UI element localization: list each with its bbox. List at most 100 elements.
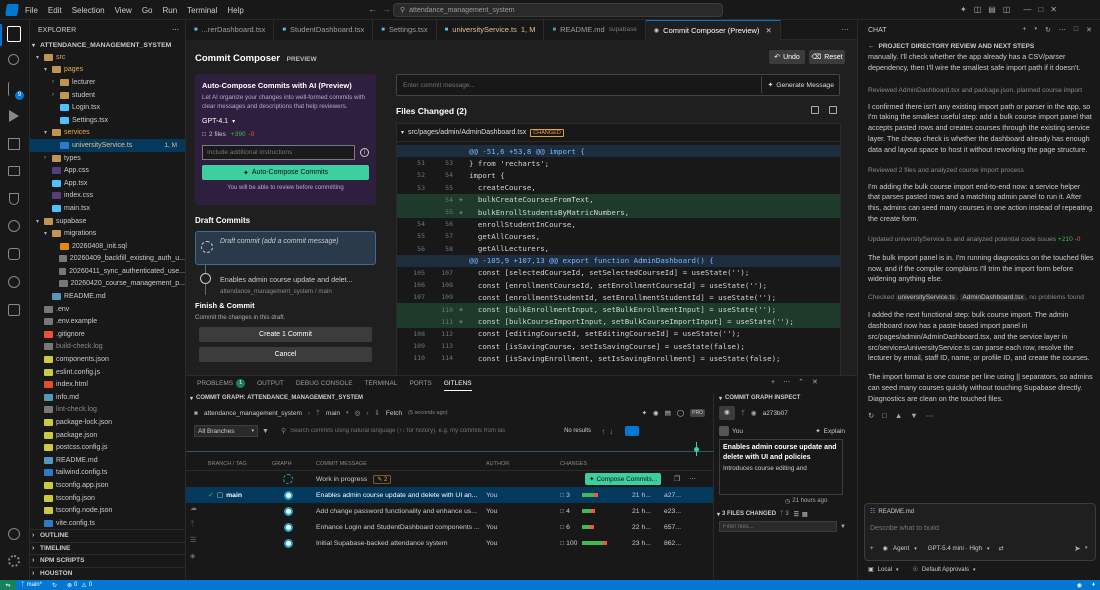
file-item[interactable]: index.css bbox=[30, 190, 185, 203]
close-icon[interactable]: ✕ bbox=[1086, 26, 1092, 34]
graph-column-header[interactable]: COMMIT MESSAGE bbox=[310, 461, 480, 467]
chat-tool-summary[interactable]: Updated universityService.ts and analyze… bbox=[868, 235, 1094, 245]
file-item[interactable]: App.css bbox=[30, 164, 185, 177]
editor-tab[interactable]: ■ universityService.ts 1, M bbox=[436, 20, 545, 40]
timeline-icon[interactable] bbox=[8, 276, 20, 288]
add-context-icon[interactable]: + bbox=[870, 545, 874, 552]
branch-icon[interactable]: ᛉ bbox=[190, 517, 197, 533]
file-item[interactable]: 20260420_course_management_p... bbox=[30, 278, 185, 291]
panel-tab-ports[interactable]: PORTS bbox=[409, 377, 431, 391]
file-item[interactable]: lint-check.log bbox=[30, 404, 185, 417]
layout-sidebar-icon[interactable]: ◫ bbox=[974, 5, 982, 14]
remote-explorer-icon[interactable] bbox=[8, 166, 20, 176]
thumbs-up-icon[interactable]: ▲ bbox=[895, 411, 902, 420]
file-item[interactable]: package-lock.json bbox=[30, 416, 185, 429]
more-actions-icon[interactable]: ⋯ bbox=[783, 378, 790, 386]
tools-icon[interactable]: ⇄ bbox=[999, 545, 1004, 552]
maximize-panel-icon[interactable]: ⌃ bbox=[798, 378, 804, 386]
chevron-down-icon[interactable]: ▾ bbox=[1035, 26, 1038, 34]
copilot-icon[interactable]: ◉ bbox=[1077, 580, 1082, 590]
search-icon[interactable] bbox=[8, 54, 19, 65]
commit-row[interactable]: Add change password functionality and en… bbox=[186, 503, 713, 519]
stash-icon[interactable]: ☰ bbox=[190, 533, 197, 549]
thumbs-down-icon[interactable]: ▼ bbox=[910, 411, 917, 420]
menu-help[interactable]: Help bbox=[227, 6, 243, 15]
file-item[interactable]: README.md bbox=[30, 454, 185, 467]
chat-tool-summary[interactable]: Reviewed 2 files and analyzed course imp… bbox=[868, 166, 1094, 176]
account-icon[interactable] bbox=[8, 528, 20, 540]
diff-file-header[interactable]: ▾ src/pages/admin/AdminDashboard.tsx CHA… bbox=[397, 124, 840, 142]
info-icon[interactable]: i bbox=[360, 148, 369, 158]
cancel-button[interactable]: Cancel bbox=[199, 347, 372, 362]
copy-icon[interactable]: □ bbox=[882, 411, 887, 420]
file-item[interactable]: vite.config.ts bbox=[30, 517, 185, 530]
filter-icon[interactable]: ▼ bbox=[262, 428, 269, 435]
file-item[interactable]: package.json bbox=[30, 429, 185, 442]
graph-column-header[interactable]: BRANCH / TAG bbox=[186, 461, 266, 467]
graph-column-header[interactable]: GRAPH bbox=[266, 461, 310, 467]
menu-edit[interactable]: Edit bbox=[48, 6, 62, 15]
compose-commits-button[interactable]: ✦ Compose Commits... bbox=[585, 473, 662, 485]
file-item[interactable]: main.tsx bbox=[30, 202, 185, 215]
testing-icon[interactable] bbox=[9, 193, 19, 205]
commit-icon[interactable]: ◉ bbox=[719, 406, 735, 420]
file-item[interactable]: tsconfig.app.json bbox=[30, 479, 185, 492]
commit-search-input[interactable] bbox=[290, 425, 557, 437]
collapse-all-icon[interactable] bbox=[811, 106, 819, 114]
prev-result-icon[interactable]: ↑ bbox=[601, 427, 605, 436]
file-item[interactable]: .gitignore bbox=[30, 328, 185, 341]
filter-icon[interactable]: ▼ bbox=[840, 524, 846, 530]
layout-panel-icon[interactable]: ▤ bbox=[988, 5, 996, 14]
file-item[interactable]: 20260409_backfill_existing_auth_u... bbox=[30, 253, 185, 266]
generate-message-button[interactable]: ✦ Generate Message bbox=[761, 76, 839, 94]
settings-gear-icon[interactable] bbox=[8, 555, 20, 567]
notifications-icon[interactable]: ♦ bbox=[1092, 580, 1095, 590]
graph-column-header[interactable]: CHANGES bbox=[554, 461, 626, 467]
model-select[interactable]: GPT-5.4 mini · High bbox=[928, 545, 982, 552]
file-item[interactable]: .env bbox=[30, 303, 185, 316]
files-icon[interactable] bbox=[7, 26, 21, 42]
repo-label[interactable]: attendance_management_system bbox=[204, 410, 302, 417]
command-center[interactable]: ⚲ attendance_management_system bbox=[393, 3, 723, 17]
remote-icon[interactable]: ⇋ bbox=[0, 580, 16, 590]
menu-file[interactable]: File bbox=[25, 6, 38, 15]
more-actions-icon[interactable]: ⋯ bbox=[841, 25, 849, 34]
back-arrow-icon[interactable]: ← bbox=[868, 43, 875, 50]
more-actions-icon[interactable]: ⋯ bbox=[926, 411, 934, 420]
menu-view[interactable]: View bbox=[115, 6, 132, 15]
close-icon[interactable]: ✕ bbox=[765, 26, 771, 35]
panel-tab-problems[interactable]: PROBLEMS 1 bbox=[197, 377, 246, 391]
editor-tab[interactable]: ◉ Commit Composer (Preview) ✕ bbox=[645, 20, 781, 40]
files-changed-header[interactable]: ▾ 3 FILES CHANGED ᛉ 3 ☰ ▤ bbox=[715, 507, 857, 521]
undo-button[interactable]: ↶ Undo bbox=[769, 50, 805, 64]
fetch-icon[interactable]: ⇩ bbox=[374, 409, 379, 417]
commit-sha[interactable]: a273b07 bbox=[763, 410, 788, 417]
reset-button[interactable]: ⌫ Reset bbox=[809, 50, 845, 64]
commit-row[interactable]: Initial Supabase-backed attendance syste… bbox=[186, 535, 713, 551]
file-item[interactable]: README.md bbox=[30, 290, 185, 303]
folder-item[interactable]: ▾ services bbox=[30, 127, 185, 140]
branch-tag[interactable]: main bbox=[226, 492, 242, 499]
chat-icon[interactable] bbox=[8, 304, 20, 316]
github-icon[interactable]: ◉ bbox=[653, 409, 659, 417]
layout-secondary-icon[interactable]: ◫ bbox=[1003, 5, 1011, 14]
folder-item[interactable]: › lecturer bbox=[30, 76, 185, 89]
menu-terminal[interactable]: Terminal bbox=[187, 6, 217, 15]
graph-minimap-toggle-icon[interactable] bbox=[625, 426, 640, 436]
wip-row[interactable]: Work in progress ✎ 2 ✦ Compose Commits... ❐ ⋯ bbox=[186, 471, 713, 487]
file-item[interactable]: eslint.config.js bbox=[30, 366, 185, 379]
publish-icon[interactable]: ◎ bbox=[355, 409, 361, 417]
sparkle-icon[interactable]: ✦ bbox=[960, 5, 967, 14]
file-item[interactable]: postcss.config.js bbox=[30, 441, 185, 454]
draft-commit-card[interactable]: Draft commit (add a commit message) bbox=[195, 231, 376, 265]
folder-item[interactable]: › types bbox=[30, 152, 185, 165]
panel-tab-debug-console[interactable]: DEBUG CONSOLE bbox=[296, 377, 353, 391]
branch-label[interactable]: main bbox=[326, 410, 340, 417]
folder-item[interactable]: ▾ pages bbox=[30, 64, 185, 77]
file-item[interactable]: Login.tsx bbox=[30, 101, 185, 114]
local-select[interactable]: Local bbox=[878, 567, 892, 573]
file-item[interactable]: tsconfig.node.json bbox=[30, 504, 185, 517]
file-item[interactable]: App.tsx bbox=[30, 177, 185, 190]
file-item[interactable]: info.md bbox=[30, 391, 185, 404]
branch-status[interactable]: ᛉ main* bbox=[21, 580, 42, 590]
